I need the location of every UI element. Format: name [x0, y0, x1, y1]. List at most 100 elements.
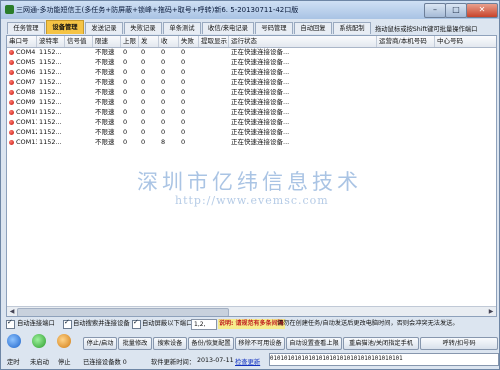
- maximize-button[interactable]: □: [445, 3, 467, 18]
- table-row[interactable]: COM9 1152... 不限速 0 0 0 0 正在快速连接设备...: [7, 98, 496, 107]
- table-cell: 不限速: [95, 48, 115, 56]
- table-cell: 正在快速连接设备...: [231, 138, 290, 146]
- table-row[interactable]: COM121152... 不限速 0 0 0 0 正在快速连接设备...: [7, 128, 496, 137]
- auto-search-label: 自动搜索并连接设备: [73, 320, 130, 327]
- table-cell: [199, 138, 229, 147]
- timer-icon[interactable]: [7, 334, 21, 348]
- table-cell: [199, 48, 229, 57]
- tab-device-management[interactable]: 设备管理: [46, 20, 84, 34]
- table-cell: 0: [181, 88, 186, 96]
- table-row[interactable]: COM6 1152... 不限速 0 0 0 0 正在快速连接设备...: [7, 68, 496, 77]
- col-extract[interactable]: 提取显示: [199, 36, 229, 47]
- tab-task-management[interactable]: 任务管理: [7, 22, 45, 34]
- play-icon[interactable]: [32, 334, 46, 348]
- tab-inbox-call-records[interactable]: 收信/来电记录: [202, 22, 254, 34]
- col-rate-limit[interactable]: 限速: [93, 36, 121, 47]
- table-cell: 0: [161, 78, 166, 86]
- table-cell: 0: [181, 118, 186, 126]
- table-cell: 不限速: [95, 68, 115, 76]
- scroll-thumb[interactable]: [17, 308, 229, 316]
- col-limit[interactable]: 上限: [121, 36, 139, 47]
- table-cell: 正在快速连接设备...: [231, 58, 290, 66]
- table-cell: [65, 68, 93, 77]
- table-cell: COM9: [16, 98, 36, 106]
- auto-connect-checkbox[interactable]: [6, 318, 15, 329]
- auto-connect-label: 自动连接端口: [17, 320, 55, 327]
- auto-set-limit-button[interactable]: 自动设置查看上限: [286, 337, 342, 350]
- restart-pool-button[interactable]: 重启猫池/关闭指定手机: [343, 337, 419, 350]
- col-port[interactable]: 串口号: [7, 36, 37, 47]
- table-cell: 正在快速连接设备...: [231, 98, 290, 106]
- table-cell: 正在快速连接设备...: [231, 48, 290, 56]
- table-cell: COM8: [16, 88, 36, 96]
- table-row[interactable]: COM101152... 不限速 0 0 0 0 正在快速连接设备...: [7, 108, 496, 117]
- table-cell: 1152...: [39, 78, 62, 86]
- table-cell: COM13: [16, 138, 37, 146]
- scroll-left-icon[interactable]: ◀: [7, 307, 17, 316]
- search-device-button[interactable]: 搜索设备: [153, 337, 187, 350]
- table-cell: 0: [181, 98, 186, 106]
- table-row[interactable]: COM131152... 不限速 0 0 8 0 正在快速连接设备...: [7, 138, 496, 147]
- watermark-url: http://www.evemsc.com: [175, 194, 329, 207]
- table-cell: 不限速: [95, 128, 115, 136]
- instruction-note: 说明: 请规范有多条间隔: [218, 319, 285, 329]
- scroll-right-icon[interactable]: ▶: [486, 307, 496, 316]
- locked-ports-input[interactable]: 1,2,: [191, 319, 217, 330]
- table-cell: 0: [181, 108, 186, 116]
- tab-single-test[interactable]: 单条测试: [163, 22, 201, 34]
- col-signal[interactable]: 信号值: [65, 36, 93, 47]
- table-cell: 0: [161, 98, 166, 106]
- table-row[interactable]: COM4 1152... 不限速 0 0 0 0 正在快速连接设备...: [7, 48, 496, 57]
- tab-auto-reply[interactable]: 自动回复: [294, 22, 332, 34]
- table-cell: 0: [123, 88, 128, 96]
- minimize-button[interactable]: –: [424, 3, 446, 18]
- tab-system-config[interactable]: 系统配制: [333, 22, 371, 34]
- table-row[interactable]: COM111152... 不限速 0 0 0 0 正在快速连接设备...: [7, 118, 496, 127]
- title-bar[interactable]: 三网通-多功能短信王(多任务+防屏蔽+锁峰+拖码+取号+呼转)新6. 5-201…: [1, 1, 499, 19]
- col-center-number[interactable]: 中心号码: [435, 36, 496, 47]
- remove-unavailable-button[interactable]: 移除不可用设备: [235, 337, 285, 350]
- table-cell: 0: [123, 48, 128, 56]
- table-cell: 正在快速连接设备...: [231, 78, 290, 86]
- col-sent[interactable]: 发: [139, 36, 159, 47]
- auto-search-checkbox[interactable]: [63, 318, 72, 329]
- stop-start-button[interactable]: 停止/启动: [83, 337, 117, 350]
- backup-restore-button[interactable]: 备份/恢复配置: [188, 337, 234, 350]
- table-cell: 1152...: [39, 58, 62, 66]
- table-cell: COM10: [16, 108, 37, 116]
- check-update-link[interactable]: 检查更新: [235, 357, 260, 366]
- table-cell: COM12: [16, 128, 37, 136]
- time-warning: 请勿在创建任务/自动发送后更改电脑时间，否则会冲突无法发送。: [277, 320, 459, 327]
- table-row[interactable]: COM5 1152... 不限速 0 0 0 0 正在快速连接设备...: [7, 58, 496, 67]
- table-row[interactable]: COM8 1152... 不限速 0 0 0 0 正在快速连接设备...: [7, 88, 496, 97]
- col-failed[interactable]: 失败: [179, 36, 199, 47]
- table-cell: 0: [181, 128, 186, 136]
- table-cell: 0: [123, 98, 128, 106]
- table-cell: 0: [161, 88, 166, 96]
- col-carrier-number[interactable]: 运营商/本机号码: [377, 36, 435, 47]
- port-status-bits: 01010101010101010101010101010101010101: [269, 353, 499, 366]
- auto-lock-checkbox[interactable]: [132, 318, 141, 329]
- table-cell: 0: [141, 138, 146, 146]
- col-baud[interactable]: 波特率: [37, 36, 65, 47]
- table-cell: 0: [141, 68, 146, 76]
- col-status[interactable]: 运行状态: [229, 36, 377, 47]
- tab-failure-records[interactable]: 失败记录: [124, 22, 162, 34]
- close-button[interactable]: ✕: [466, 3, 498, 18]
- col-received[interactable]: 收: [159, 36, 179, 47]
- update-time-label: 软件更新时间：: [151, 359, 196, 366]
- batch-edit-button[interactable]: 批量修改: [118, 337, 152, 350]
- table-cell: 0: [141, 78, 146, 86]
- table-cell: 0: [141, 48, 146, 56]
- horizontal-scrollbar[interactable]: ◀ ▶: [7, 306, 496, 316]
- table-cell: [199, 78, 229, 87]
- tab-number-management[interactable]: 号码管理: [255, 22, 293, 34]
- device-table: 串口号 波特率 信号值 限速 上限 发 收 失败 提取显示 运行状态 运营商/本…: [6, 35, 497, 317]
- table-cell: [199, 58, 229, 67]
- stop-icon[interactable]: [57, 334, 71, 348]
- call-forward-button[interactable]: 呼转/扣号码: [420, 337, 498, 350]
- table-cell: 8: [161, 138, 166, 146]
- table-cell: [199, 68, 229, 77]
- table-row[interactable]: COM7 1152... 不限速 0 0 0 0 正在快速连接设备...: [7, 78, 496, 87]
- tab-send-records[interactable]: 发送记录: [85, 22, 123, 34]
